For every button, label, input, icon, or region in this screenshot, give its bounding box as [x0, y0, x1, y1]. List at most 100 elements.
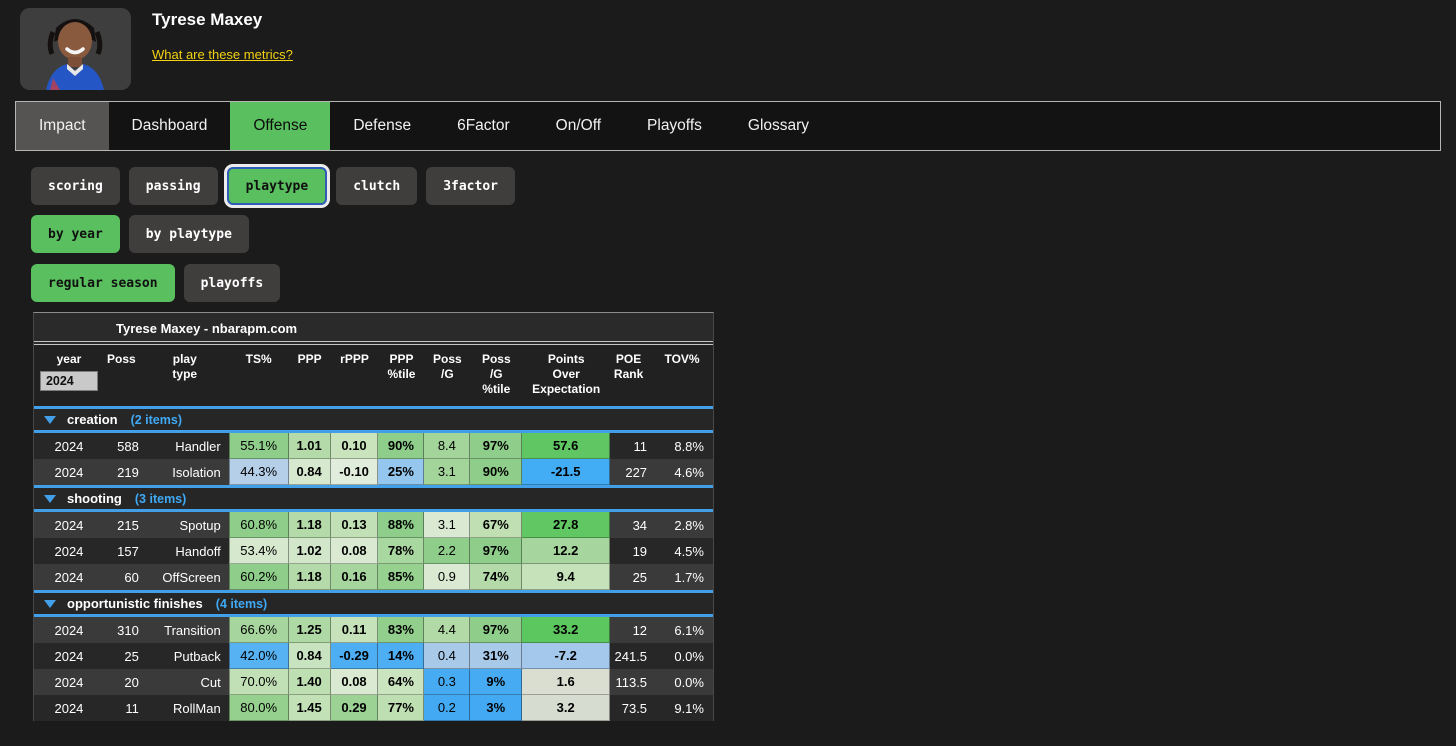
cell-play-type: Putback	[149, 643, 229, 669]
cell-rppp: 0.29	[331, 695, 379, 721]
cell-ts-pct: 66.6%	[229, 617, 289, 643]
table-row: 2024 60 OffScreen 60.2% 1.18 0.16 85% 0.…	[34, 564, 713, 590]
tab-glossary[interactable]: Glossary	[725, 102, 832, 150]
tab-playoffs[interactable]: Playoffs	[624, 102, 725, 150]
table-row: 2024 219 Isolation 44.3% 0.84 -0.10 25% …	[34, 459, 713, 485]
cell-play-type: Transition	[149, 617, 229, 643]
cell-rppp: 0.13	[331, 512, 379, 538]
cell-tov-pct: 0.0%	[660, 643, 713, 669]
tab-defense[interactable]: Defense	[330, 102, 434, 150]
table-title: Tyrese Maxey - nbarapm.com	[34, 313, 713, 345]
playtype-table: Tyrese Maxey - nbarapm.com year Poss pla…	[33, 312, 714, 721]
table-row: 2024 157 Handoff 53.4% 1.02 0.08 78% 2.2…	[34, 538, 713, 564]
playoffs-button[interactable]: playoffs	[184, 264, 281, 302]
cell-play-type: OffScreen	[149, 564, 229, 590]
cell-poss-per-game: 2.2	[424, 538, 470, 564]
cell-ppp-percentile: 88%	[378, 512, 424, 538]
collapse-triangle-icon[interactable]	[44, 495, 56, 503]
cell-year: 2024	[34, 564, 104, 590]
tab-dashboard[interactable]: Dashboard	[109, 102, 231, 150]
tab-6factor[interactable]: 6Factor	[434, 102, 533, 150]
column-header-year: year	[34, 352, 104, 397]
player-header: Tyrese Maxey What are these metrics?	[0, 0, 1456, 90]
cell-poe: 57.6	[522, 433, 610, 459]
season-filter-row: regular season playoffs	[31, 264, 1456, 302]
3factor-button[interactable]: 3factor	[426, 167, 515, 205]
cell-poss: 25	[104, 643, 149, 669]
tab-offense[interactable]: Offense	[230, 102, 330, 150]
cell-poss-per-game-percentile: 9%	[470, 669, 522, 695]
column-header-poss-per-game-percentile: Poss /G %tile	[470, 352, 522, 397]
collapse-triangle-icon[interactable]	[44, 416, 56, 424]
column-header-poss-per-game: Poss /G	[424, 352, 470, 397]
cell-ppp: 0.84	[289, 459, 331, 485]
group-header-shooting[interactable]: shooting (3 items)	[34, 485, 713, 512]
cell-ppp-percentile: 78%	[378, 538, 424, 564]
cell-ppp: 1.01	[289, 433, 331, 459]
cell-rppp: -0.10	[331, 459, 379, 485]
by-playtype-button[interactable]: by playtype	[129, 215, 249, 253]
tab-impact[interactable]: Impact	[16, 102, 109, 150]
clutch-button[interactable]: clutch	[336, 167, 417, 205]
playtype-button[interactable]: playtype	[227, 167, 328, 205]
tab-onoff[interactable]: On/Off	[533, 102, 624, 150]
cell-year: 2024	[34, 617, 104, 643]
cell-poss: 20	[104, 669, 149, 695]
cell-ppp-percentile: 64%	[378, 669, 424, 695]
column-header-tov-pct: TOV%	[660, 352, 713, 397]
cell-play-type: RollMan	[149, 695, 229, 721]
table-row: 2024 215 Spotup 60.8% 1.18 0.13 88% 3.1 …	[34, 512, 713, 538]
cell-ts-pct: 60.8%	[229, 512, 289, 538]
cell-poss-per-game: 3.1	[424, 459, 470, 485]
cell-poss: 310	[104, 617, 149, 643]
cell-poe-rank: 113.5	[610, 669, 660, 695]
page-title: Tyrese Maxey	[152, 10, 293, 30]
cell-poe: 1.6	[522, 669, 610, 695]
cell-year: 2024	[34, 538, 104, 564]
cell-tov-pct: 8.8%	[660, 433, 713, 459]
cell-ppp: 0.84	[289, 643, 331, 669]
group-count: (4 items)	[216, 597, 267, 611]
main-nav-tabbar: Impact Dashboard Offense Defense 6Factor…	[15, 101, 1441, 151]
cell-ppp: 1.40	[289, 669, 331, 695]
cell-poss-per-game-percentile: 97%	[470, 433, 522, 459]
cell-poe-rank: 227	[610, 459, 660, 485]
cell-rppp: -0.29	[331, 643, 379, 669]
year-header-label: year	[57, 352, 82, 367]
group-header-creation[interactable]: creation (2 items)	[34, 406, 713, 433]
cell-poe-rank: 19	[610, 538, 660, 564]
cell-ppp-percentile: 85%	[378, 564, 424, 590]
cell-rppp: 0.11	[331, 617, 379, 643]
metric-filter-row: scoring passing playtype clutch 3factor	[31, 167, 1456, 205]
table-row: 2024 11 RollMan 80.0% 1.45 0.29 77% 0.2 …	[34, 695, 713, 721]
cell-poss-per-game: 4.4	[424, 617, 470, 643]
cell-poss: 215	[104, 512, 149, 538]
scoring-button[interactable]: scoring	[31, 167, 120, 205]
cell-rppp: 0.08	[331, 669, 379, 695]
cell-poss-per-game: 0.3	[424, 669, 470, 695]
table-row: 2024 588 Handler 55.1% 1.01 0.10 90% 8.4…	[34, 433, 713, 459]
year-filter-input[interactable]	[40, 371, 98, 391]
cell-ppp-percentile: 25%	[378, 459, 424, 485]
cell-play-type: Spotup	[149, 512, 229, 538]
player-photo	[20, 8, 131, 90]
cell-poe-rank: 241.5	[610, 643, 660, 669]
by-year-button[interactable]: by year	[31, 215, 120, 253]
cell-ppp-percentile: 14%	[378, 643, 424, 669]
cell-poe-rank: 34	[610, 512, 660, 538]
group-header-opportunistic-finishes[interactable]: opportunistic finishes (4 items)	[34, 590, 713, 617]
metrics-help-link[interactable]: What are these metrics?	[152, 47, 293, 62]
cell-poe-rank: 25	[610, 564, 660, 590]
column-header-play-type: play type	[149, 352, 229, 397]
passing-button[interactable]: passing	[129, 167, 218, 205]
cell-poss-per-game: 0.9	[424, 564, 470, 590]
regular-season-button[interactable]: regular season	[31, 264, 175, 302]
cell-tov-pct: 0.0%	[660, 669, 713, 695]
cell-poss: 11	[104, 695, 149, 721]
cell-poss-per-game: 8.4	[424, 433, 470, 459]
cell-ppp-percentile: 90%	[378, 433, 424, 459]
cell-poe-rank: 73.5	[610, 695, 660, 721]
cell-tov-pct: 1.7%	[660, 564, 713, 590]
collapse-triangle-icon[interactable]	[44, 600, 56, 608]
cell-poss: 157	[104, 538, 149, 564]
